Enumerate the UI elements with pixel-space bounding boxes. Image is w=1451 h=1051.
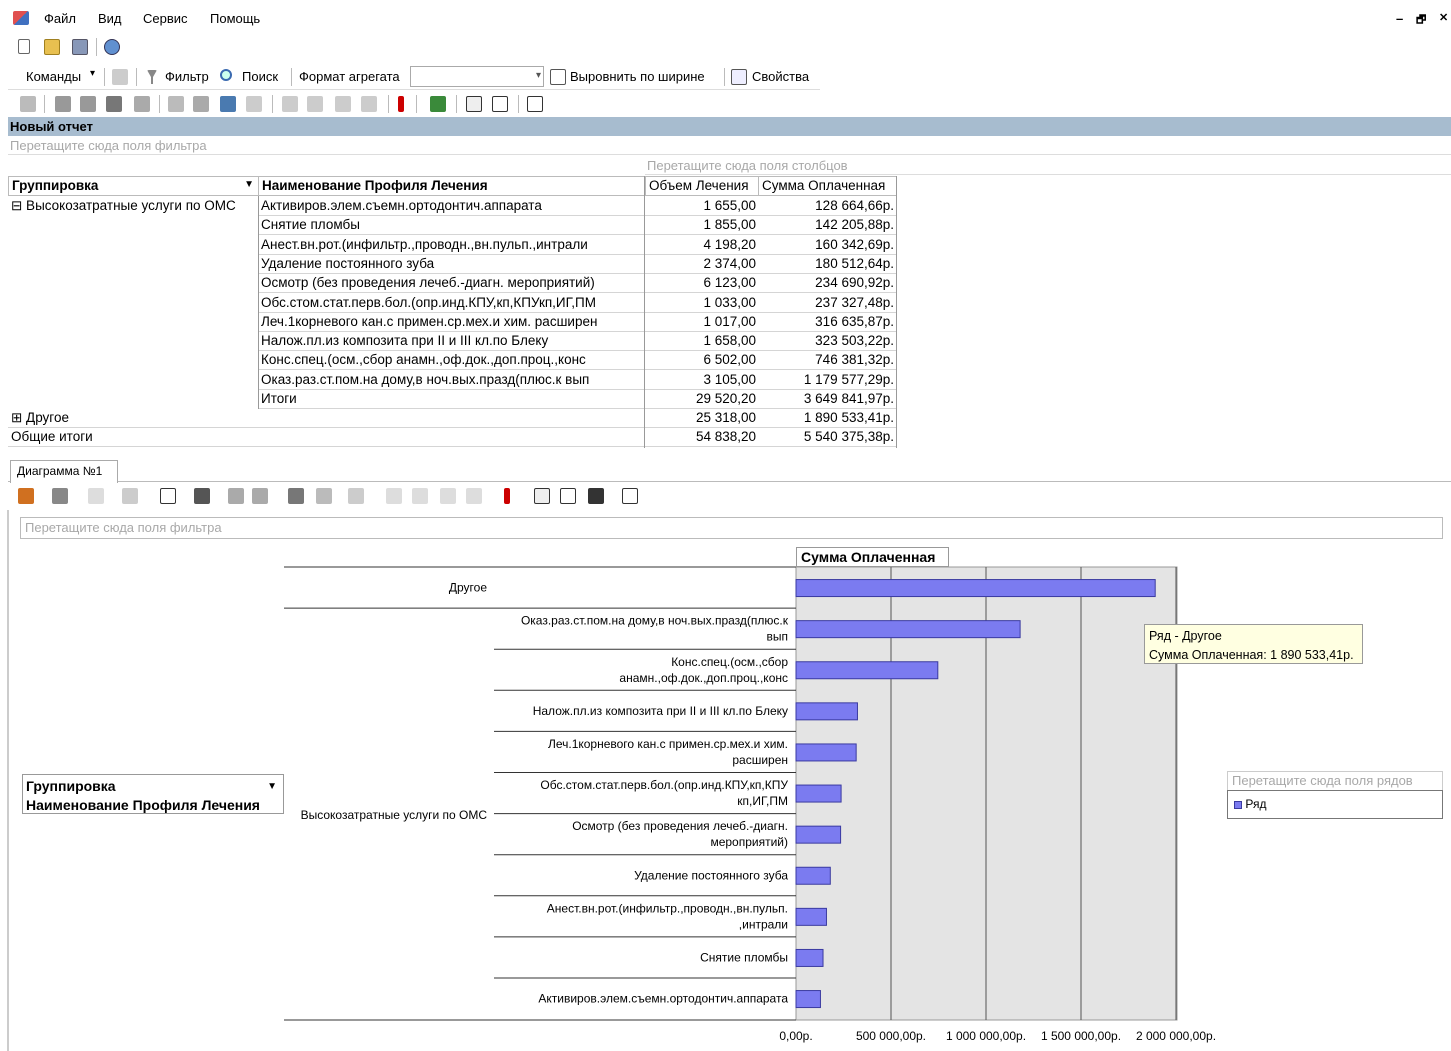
y-category-label: Активиров.элем.съемн.ортодонтич.аппарата [538,992,788,1006]
chart-category-fields[interactable]: Группировка Наименование Профиля Лечения… [22,774,284,814]
y-category-label: Налож.пл.из композита при II и III кл.по… [533,704,788,718]
legend-item-label: Ряд [1245,797,1267,811]
chart-legend: Ряд [1227,790,1443,819]
bar-chart: 0,00р. 500 000,00р. 1 000 000,00р. 1 500 00… [7,510,1216,1051]
y-category-label: Анест.вн.рот.(инфильтр.,проводн.,вн.пуль… [547,901,788,915]
bar [795,990,821,1009]
y-category-label: кп,ИГ,ПМ [737,794,788,808]
chart-title[interactable]: Сумма Оплаченная [796,547,949,567]
y-category-label: Удаление постоянного зуба [634,868,788,882]
x-tick-label: 1 500 000,00р. [1041,1029,1121,1043]
bar [795,702,858,721]
bar [795,907,827,926]
y-category-label: Осмотр (без проведения лечеб.-диагн. [572,819,788,833]
bar [795,825,842,844]
y-category-label: вып [767,630,789,644]
y-category-label: Конс.спец.(осм.,сбор [671,655,788,669]
chart-field-profile[interactable]: Наименование Профиля Лечения [26,796,280,815]
series-drop-zone[interactable]: Перетащите сюда поля рядов [1227,771,1443,791]
tooltip-series: Ряд - Другое [1149,629,1222,643]
y-category-label: мероприятий) [710,835,788,849]
chart-tooltip: Ряд - Другое Сумма Оплаченная: 1 890 533… [1144,624,1363,664]
y-category-label: ,интрали [739,917,788,931]
y-category-label: расширен [732,753,788,767]
bar [795,784,842,803]
y-category-label: Обс.стом.стат.перв.бол.(опр.инд.КПУ,кп,К… [540,778,788,792]
x-tick-label: 1 000 000,00р. [946,1029,1026,1043]
y-category-label: Снятие пломбы [700,950,788,964]
bar [795,579,1156,598]
legend-swatch [1234,800,1242,809]
y-category-label: Оказ.раз.ст.пом.на дому,в ноч.вых.празд(… [521,614,789,628]
chart-field-grouping[interactable]: Группировка [26,777,280,796]
x-tick-label: 0,00р. [779,1029,812,1043]
group-label: Высокозатратные услуги по ОМС [301,808,488,822]
x-tick-label: 2 000 000,00р. [1136,1029,1216,1043]
chevron-down-icon[interactable]: ▼ [267,777,277,796]
y-category-label: Леч.1корневого кан.с примен.ср.мех.и хим… [548,737,788,751]
y-category-label: Другое [449,581,487,595]
x-tick-label: 500 000,00р. [856,1029,926,1043]
y-category-label: анамн.,оф.док.,доп.проц.,конс [619,671,788,685]
bar [795,948,824,967]
bar [795,661,939,680]
bar [795,866,831,885]
bar [795,620,1021,639]
bar [795,743,857,762]
tooltip-value: Сумма Оплаченная: 1 890 533,41р. [1149,648,1354,662]
